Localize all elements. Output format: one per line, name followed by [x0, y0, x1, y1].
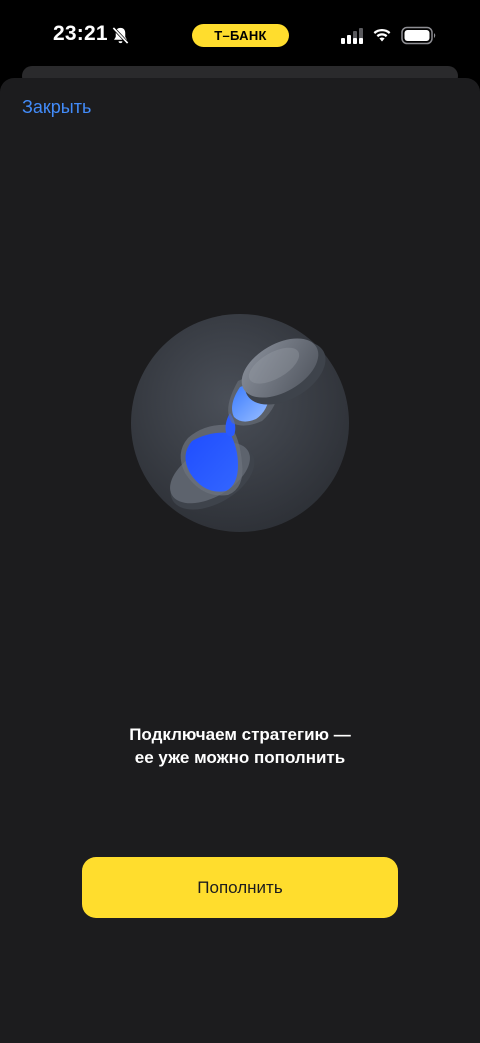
message-line-2: ее уже можно пополнить [134, 748, 346, 767]
hourglass-icon [131, 314, 349, 532]
bell-slash-icon [112, 26, 129, 45]
message-line-1: Подключаем стратегию — [129, 725, 351, 744]
status-message: Подключаем стратегию — ее уже можно попо… [60, 723, 420, 769]
carrier-pill: Т–БАНК [192, 24, 289, 47]
status-bar: 23:21 Т–БАНК [0, 0, 480, 70]
screen: 23:21 Т–БАНК Закрыть Подключаем стратеги… [0, 0, 480, 1043]
topup-button[interactable]: Пополнить [82, 857, 398, 918]
status-time: 23:21 [53, 22, 108, 45]
modal-sheet: Закрыть Подключаем стратегию — ее уже мо… [0, 78, 480, 1043]
wifi-icon [373, 28, 391, 42]
signal-icon [341, 28, 363, 44]
battery-icon [401, 26, 436, 45]
close-button[interactable]: Закрыть [22, 97, 91, 118]
